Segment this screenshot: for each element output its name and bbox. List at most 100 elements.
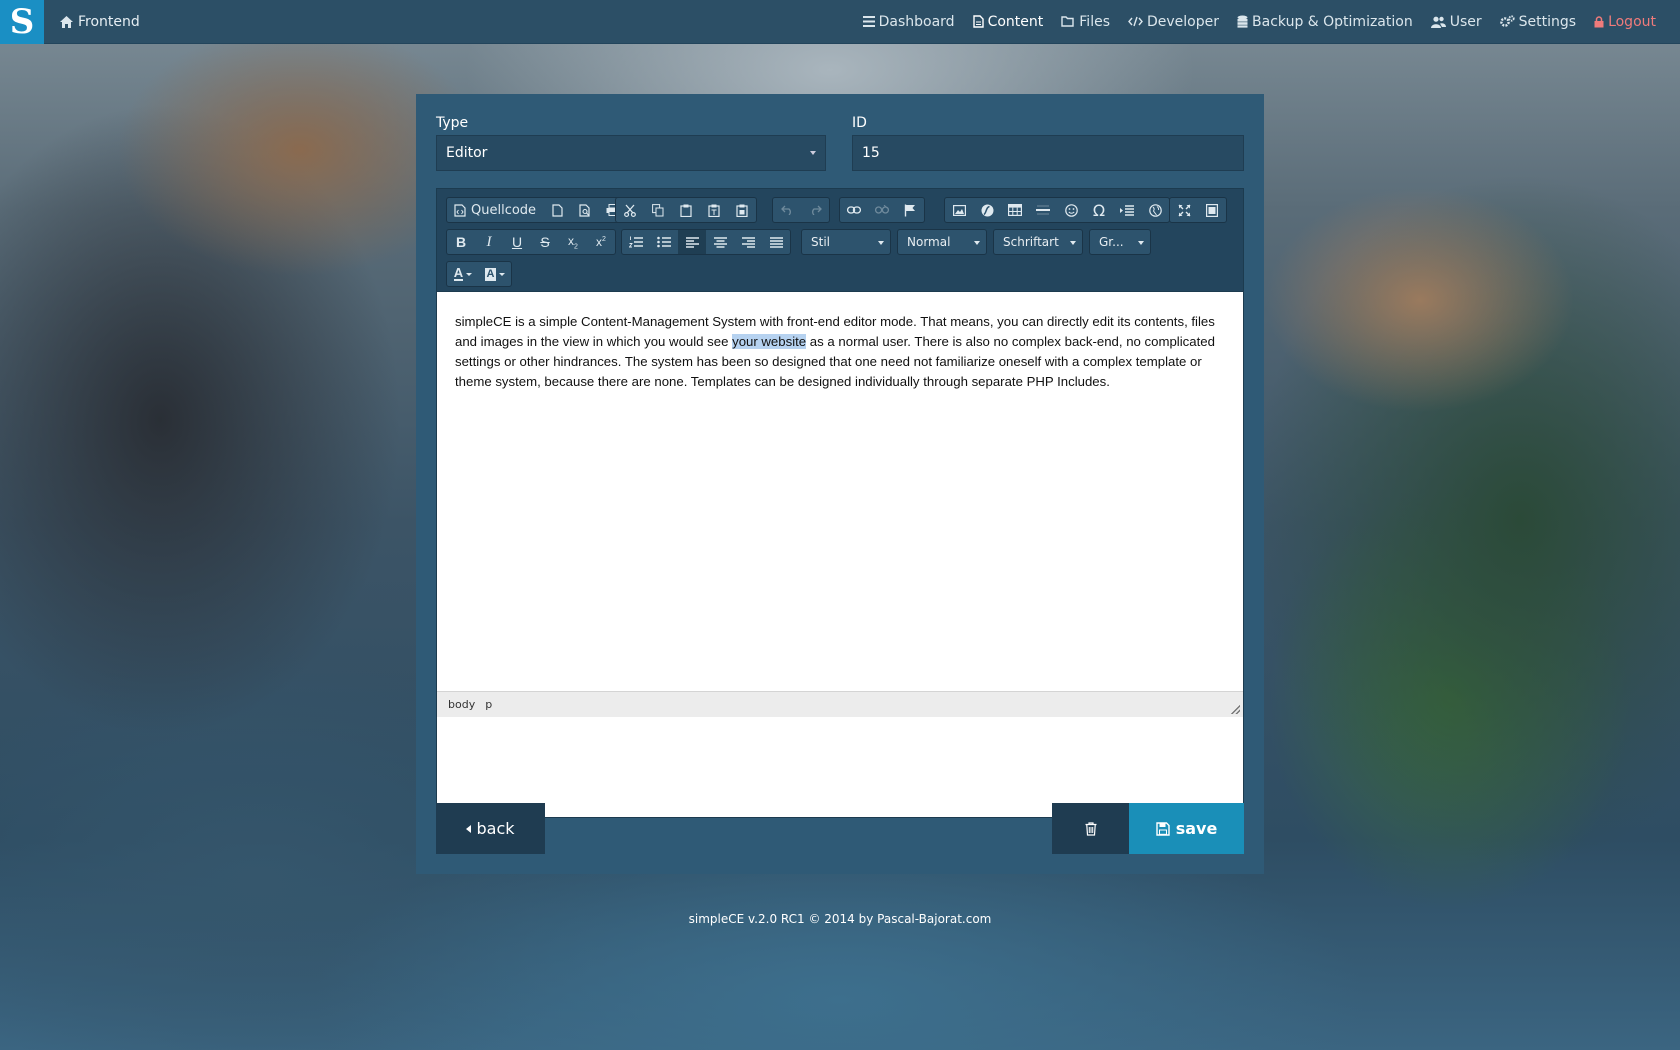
page-break-button[interactable] (1113, 198, 1141, 222)
preview-button[interactable] (571, 198, 599, 222)
subscript-button[interactable]: x2 (559, 230, 587, 254)
nav-label: User (1449, 13, 1482, 30)
size-combo[interactable]: Gr... (1089, 229, 1151, 255)
creation-date-value: 04.10.2014 - 15:58 (438, 763, 544, 776)
lock-icon (1594, 15, 1604, 27)
nav-settings[interactable]: Settings (1499, 13, 1577, 30)
chevron-down-icon (499, 272, 506, 276)
align-center-button[interactable] (706, 230, 734, 254)
floppy-disk-icon (1155, 821, 1170, 836)
footer-text: simpleCE v.2.0 RC1 © 2014 by Pascal-Bajo… (688, 912, 992, 926)
path-item-body[interactable]: body (448, 698, 475, 711)
redo-button[interactable] (801, 198, 829, 222)
undo-button[interactable] (773, 198, 801, 222)
image-button[interactable] (945, 198, 973, 222)
superscript-button[interactable]: x2 (587, 230, 615, 254)
paste-text-button[interactable] (700, 198, 728, 222)
underline-button[interactable]: U (503, 230, 531, 254)
strike-button[interactable]: S (531, 230, 559, 254)
database-icon (1237, 15, 1248, 28)
new-page-button[interactable] (543, 198, 571, 222)
resize-handle-icon[interactable] (1231, 705, 1240, 714)
font-combo-label: Schriftart (1003, 235, 1059, 249)
back-label: back (476, 819, 515, 838)
size-combo-label: Gr... (1099, 235, 1124, 249)
italic-button[interactable]: I (475, 230, 503, 254)
nav-label: Content (987, 13, 1044, 30)
nav-user[interactable]: User (1430, 13, 1482, 30)
editor-content[interactable]: simpleCE is a simple Content-Management … (437, 292, 1243, 691)
type-select[interactable]: Editor (436, 135, 826, 171)
nav-dashboard[interactable]: Dashboard (862, 13, 955, 30)
link-icon (847, 206, 861, 214)
text-color-button[interactable]: A (447, 262, 479, 286)
nav-frontend-link[interactable]: Frontend (60, 14, 140, 30)
path-item-p[interactable]: p (485, 698, 492, 711)
smiley-icon (1064, 203, 1078, 217)
horizontal-rule-button[interactable] (1029, 198, 1057, 222)
id-value: 15 (862, 145, 880, 161)
align-right-icon (741, 236, 755, 248)
content-text-selection: your website (732, 334, 807, 349)
nav-backup[interactable]: Backup & Optimization (1237, 14, 1413, 30)
paste-button[interactable] (672, 198, 700, 222)
toolbar-group-clipboard (615, 197, 757, 223)
maximize-icon (1178, 204, 1190, 216)
logo[interactable]: S (0, 0, 44, 44)
main-nav: Dashboard Content Files Developer Backup… (862, 13, 1656, 30)
format-combo[interactable]: Normal (897, 229, 987, 255)
style-combo[interactable]: Stil (801, 229, 891, 255)
chevron-down-icon (1138, 241, 1144, 245)
cut-button[interactable] (616, 198, 644, 222)
link-button[interactable] (840, 198, 868, 222)
delete-button[interactable] (1052, 803, 1129, 854)
smiley-button[interactable] (1057, 198, 1085, 222)
background-color-button[interactable]: A (479, 262, 511, 286)
nav-files[interactable]: Files (1061, 14, 1110, 30)
numbered-list-button[interactable] (622, 230, 650, 254)
editor-toolbar: Quellcode Ω B I U S x2 x2 Stil Normal Sc… (437, 189, 1243, 292)
nav-logout[interactable]: Logout (1594, 14, 1656, 30)
content-edit-panel: Type Editor ID 15 Quellcode Ω B I U S x2… (416, 94, 1264, 874)
new-page-icon (551, 203, 563, 217)
last-update-label: Last Update: (1149, 742, 1242, 756)
caret-left-icon (466, 824, 472, 833)
id-field[interactable]: 15 (852, 135, 1244, 171)
page-break-icon (1120, 204, 1134, 216)
font-combo[interactable]: Schriftart (993, 229, 1083, 255)
nav-content[interactable]: Content (972, 13, 1044, 30)
nav-label: Settings (1518, 13, 1577, 30)
chevron-down-icon (466, 272, 473, 276)
back-button[interactable]: back (436, 803, 545, 854)
table-button[interactable] (1001, 198, 1029, 222)
align-left-button[interactable] (678, 230, 706, 254)
globe-icon (1148, 203, 1162, 217)
toolbar-group-basicstyles: B I U S x2 x2 (446, 229, 616, 255)
copy-button[interactable] (644, 198, 672, 222)
toolbar-group-document: Quellcode (446, 197, 629, 223)
flash-button[interactable] (973, 198, 1001, 222)
special-char-button[interactable]: Ω (1085, 198, 1113, 222)
bold-button[interactable]: B (447, 230, 475, 254)
justify-button[interactable] (762, 230, 790, 254)
nav-label: Dashboard (878, 13, 955, 30)
paste-text-icon (708, 204, 720, 217)
subscript-icon: x2 (568, 233, 578, 251)
nav-label: Logout (1608, 13, 1656, 30)
bulleted-list-button[interactable] (650, 230, 678, 254)
anchor-button[interactable] (896, 198, 924, 222)
save-button[interactable]: save (1129, 803, 1244, 854)
unlink-button[interactable] (868, 198, 896, 222)
iframe-button[interactable] (1141, 198, 1169, 222)
bulleted-list-icon (657, 236, 671, 248)
maximize-button[interactable] (1170, 198, 1198, 222)
source-button[interactable]: Quellcode (447, 198, 543, 222)
rich-text-editor: Quellcode Ω B I U S x2 x2 Stil Normal Sc… (436, 188, 1244, 818)
cut-icon (624, 204, 636, 217)
align-right-button[interactable] (734, 230, 762, 254)
nav-developer[interactable]: Developer (1128, 14, 1219, 30)
chevron-down-icon (810, 151, 816, 155)
italic-icon: I (486, 233, 492, 250)
show-blocks-button[interactable] (1198, 198, 1226, 222)
paste-word-button[interactable] (728, 198, 756, 222)
